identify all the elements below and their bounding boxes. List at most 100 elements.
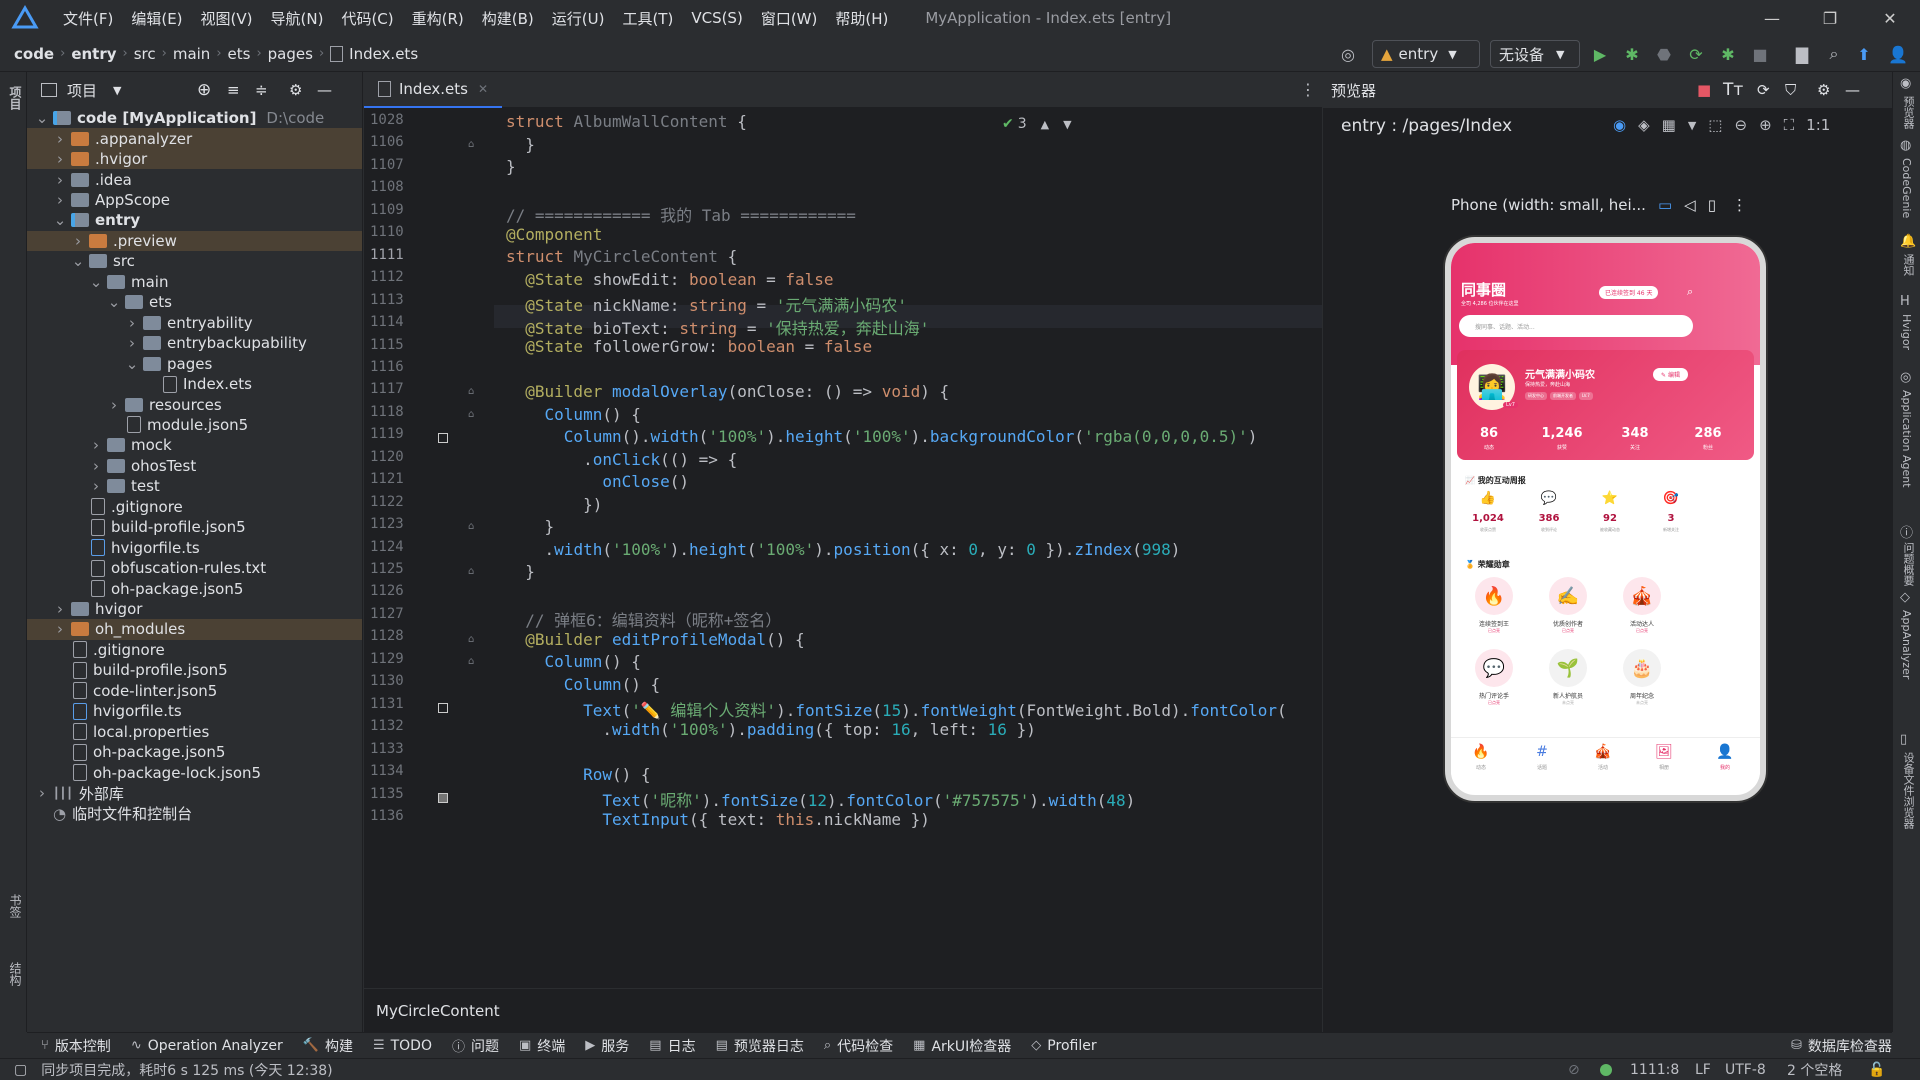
chevron-right-icon[interactable]: › bbox=[89, 457, 103, 475]
breadcrumb-item[interactable]: pages bbox=[268, 45, 313, 63]
tree-item[interactable]: oh-package.json5 bbox=[27, 578, 362, 598]
tree-item[interactable]: › resources bbox=[27, 394, 362, 414]
tree-item[interactable]: oh-package.json5 bbox=[27, 742, 362, 762]
bottom-tool-tab[interactable]: ▤ 预览器日志 bbox=[716, 1036, 804, 1056]
maximize-icon[interactable]: ❐ bbox=[1802, 0, 1858, 36]
locate-icon[interactable]: ⊕ bbox=[197, 80, 211, 100]
tool-window-icon[interactable]: 🔔 bbox=[1900, 234, 1916, 249]
chevron-right-icon[interactable]: › bbox=[89, 436, 103, 454]
code-area[interactable]: struct AlbumWallContent { } } // =======… bbox=[494, 108, 1314, 988]
menu-item[interactable]: 导航(N) bbox=[262, 8, 333, 29]
fold-marker-icon[interactable]: ⌂ bbox=[468, 386, 474, 397]
tool-window-icon[interactable]: ⓘ bbox=[1900, 522, 1913, 541]
chevron-down-icon[interactable]: ⌄ bbox=[53, 211, 67, 229]
reload-icon[interactable]: ⟳ bbox=[1684, 42, 1708, 66]
fold-marker-icon[interactable]: ⌂ bbox=[468, 656, 474, 667]
tool-window-tab[interactable]: CodeGenie bbox=[1900, 158, 1913, 218]
tool-window-tab[interactable]: 预览器 bbox=[1900, 96, 1916, 129]
breadcrumb-item[interactable]: main bbox=[173, 45, 210, 63]
badge-item[interactable]: 🔥 bbox=[1475, 577, 1513, 615]
line-separator[interactable]: LF bbox=[1695, 1062, 1711, 1078]
attach-icon[interactable]: ⬣ bbox=[1652, 42, 1676, 66]
tree-item[interactable]: › .appanalyzer bbox=[27, 128, 362, 149]
project-title[interactable]: 项目 bbox=[67, 80, 97, 101]
db-inspector-tab[interactable]: ⛁ 数据库检查器 bbox=[1791, 1036, 1892, 1056]
chevron-down-icon[interactable]: ▼ bbox=[113, 84, 121, 97]
badge-item[interactable]: 🌱 bbox=[1549, 649, 1587, 687]
gear-icon[interactable]: ⚙ bbox=[289, 81, 302, 99]
bottom-tool-tab[interactable]: ∿ Operation Analyzer bbox=[131, 1038, 283, 1054]
bottom-tool-tab[interactable]: ▶ 服务 bbox=[585, 1036, 629, 1056]
gear-icon[interactable]: ⚙ bbox=[1817, 81, 1830, 99]
hide-icon[interactable]: — bbox=[317, 81, 332, 99]
stop-icon[interactable]: ■ bbox=[1748, 42, 1772, 66]
chevron-right-icon[interactable]: › bbox=[125, 314, 139, 332]
close-tab-icon[interactable]: ✕ bbox=[478, 82, 488, 96]
tree-item[interactable]: code-linter.json5 bbox=[27, 681, 362, 701]
bottom-tool-tab[interactable]: ⌕ 代码检查 bbox=[824, 1036, 893, 1056]
hide-icon[interactable]: — bbox=[1845, 81, 1860, 99]
tool-window-icon[interactable]: H bbox=[1900, 294, 1910, 309]
search-icon[interactable]: ⌕ bbox=[1822, 42, 1846, 66]
menu-item[interactable]: 视图(V) bbox=[192, 8, 262, 29]
project-structure-icon[interactable]: ▇ bbox=[1790, 42, 1814, 66]
inspection-widget[interactable]: ✔ 3 ▲ ▼ bbox=[1002, 116, 1072, 132]
tree-item[interactable]: › oh_modules bbox=[27, 619, 362, 640]
badge-item[interactable]: 💬 bbox=[1475, 649, 1513, 687]
minimize-icon[interactable]: — bbox=[1744, 0, 1800, 36]
bottom-tool-tab[interactable]: ▤ 日志 bbox=[649, 1036, 695, 1056]
structure-tool-tab[interactable]: 结构 bbox=[7, 962, 24, 986]
edit-profile-button[interactable]: ✎ 编辑 bbox=[1653, 368, 1688, 381]
chevron-down-icon[interactable]: ⌄ bbox=[107, 293, 121, 311]
tree-item[interactable]: › test bbox=[27, 476, 362, 496]
fold-marker-icon[interactable]: ⌂ bbox=[468, 139, 474, 150]
chevron-down-icon[interactable]: ⌄ bbox=[35, 109, 49, 127]
fold-marker-icon[interactable]: ⌂ bbox=[468, 521, 474, 532]
breadcrumb-item[interactable]: code bbox=[14, 45, 54, 63]
chevron-right-icon[interactable]: › bbox=[107, 396, 121, 414]
more-icon[interactable]: ⋮ bbox=[1300, 80, 1316, 99]
menu-item[interactable]: 运行(U) bbox=[543, 8, 614, 29]
bottom-tool-tab[interactable]: ⑂ 版本控制 bbox=[41, 1036, 111, 1056]
menu-item[interactable]: 工具(T) bbox=[613, 8, 682, 29]
menu-item[interactable]: 编辑(E) bbox=[122, 8, 191, 29]
project-tool-tab[interactable]: 项目 bbox=[7, 86, 24, 110]
tree-item[interactable]: obfuscation-rules.txt bbox=[27, 558, 362, 578]
chevron-down-icon[interactable]: ⌄ bbox=[89, 273, 103, 291]
tree-item[interactable]: › ┃┃┃ 外部库 bbox=[27, 783, 362, 803]
nav-icon[interactable]: 🎪 bbox=[1583, 744, 1623, 760]
tool-window-tab[interactable]: Hvigor bbox=[1900, 314, 1913, 350]
account-icon[interactable]: 👤 bbox=[1886, 42, 1910, 66]
tool-window-tab[interactable]: AppAnalyzer bbox=[1900, 610, 1913, 679]
fit-icon[interactable]: ⛶ bbox=[1784, 116, 1795, 134]
chevron-right-icon[interactable]: › bbox=[53, 150, 67, 168]
phone-search-input[interactable]: 搜同事、话题、活动... bbox=[1459, 315, 1693, 337]
chevron-down-icon[interactable]: ⌄ bbox=[71, 252, 85, 270]
nav-icon[interactable]: # bbox=[1522, 744, 1562, 760]
more-icon[interactable]: ⋮ bbox=[1732, 196, 1747, 214]
run-icon[interactable]: ▶ bbox=[1588, 42, 1612, 66]
chevron-up-icon[interactable]: ▲ bbox=[1041, 118, 1049, 131]
tree-item[interactable]: ⌄ code [MyApplication] D:\code bbox=[27, 108, 362, 128]
chevron-down-icon[interactable]: ▼ bbox=[1063, 118, 1071, 131]
fold-marker-icon[interactable]: ⌂ bbox=[468, 634, 474, 645]
menu-item[interactable]: 代码(C) bbox=[332, 8, 402, 29]
stat-value[interactable]: 1,246 bbox=[1532, 426, 1592, 441]
indent-setting[interactable]: 2 个空格 bbox=[1787, 1060, 1842, 1080]
menu-item[interactable]: VCS(S) bbox=[682, 9, 751, 27]
color-swatch-icon[interactable] bbox=[438, 433, 448, 443]
tab-index-ets[interactable]: Index.ets ✕ bbox=[364, 71, 503, 108]
streak-chip[interactable]: 已连续签到 46 天 bbox=[1599, 286, 1659, 299]
tree-item[interactable]: ⌄ pages bbox=[27, 353, 362, 373]
expand-all-icon[interactable]: ≡ bbox=[227, 81, 240, 99]
tree-item[interactable]: .gitignore bbox=[27, 497, 362, 517]
tree-item[interactable]: ◔ 临时文件和控制台 bbox=[27, 803, 362, 824]
stat-value[interactable]: 286 bbox=[1678, 426, 1738, 441]
device-type-icon[interactable]: ▭ bbox=[1658, 196, 1672, 214]
tree-item[interactable]: › .preview bbox=[27, 230, 362, 252]
frame-icon[interactable]: ⬚ bbox=[1708, 116, 1722, 134]
bookmarks-tool-tab[interactable]: 书签 bbox=[7, 894, 24, 918]
chevron-down-icon[interactable]: ▼ bbox=[1688, 119, 1696, 132]
tree-item[interactable]: › .idea bbox=[27, 169, 362, 189]
rotate-icon[interactable]: ◁ bbox=[1684, 196, 1696, 214]
